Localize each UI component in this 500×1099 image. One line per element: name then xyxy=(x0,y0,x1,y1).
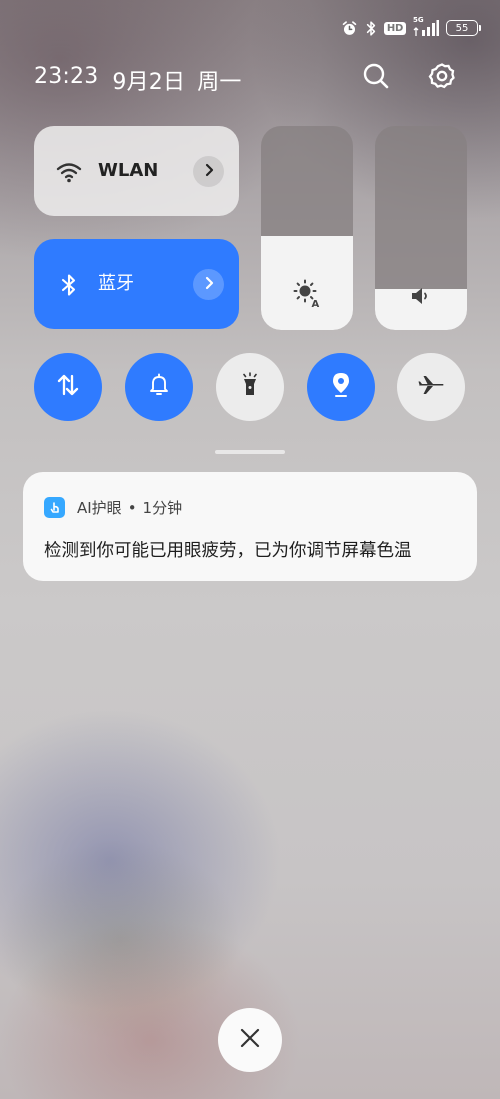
svg-text:A: A xyxy=(312,299,320,308)
hd-icon: HD xyxy=(383,21,406,35)
search-button[interactable] xyxy=(358,60,394,96)
volume-icon xyxy=(375,284,467,308)
bluetooth-tile[interactable]: 蓝牙 xyxy=(34,239,239,329)
wifi-icon xyxy=(56,159,82,185)
location-toggle[interactable] xyxy=(307,353,375,421)
alarm-icon xyxy=(341,20,358,37)
chevron-right-icon xyxy=(203,275,215,294)
airplane-mode-toggle[interactable] xyxy=(397,353,465,421)
bluetooth-label: 蓝牙 xyxy=(98,273,134,294)
notification-app-name: AI护眼 xyxy=(77,499,122,517)
notification-time: 1分钟 xyxy=(142,499,183,517)
data-transfer-icon xyxy=(56,372,80,402)
auto-brightness-icon: A xyxy=(261,278,353,308)
brightness-slider[interactable]: A xyxy=(261,126,353,330)
volume-slider[interactable] xyxy=(375,126,467,330)
location-pin-icon xyxy=(329,371,353,403)
clock-time: 23:23 xyxy=(34,64,99,89)
mobile-data-toggle[interactable] xyxy=(34,353,102,421)
search-icon xyxy=(362,62,390,94)
flashlight-icon xyxy=(240,372,260,402)
wlan-label: WLAN xyxy=(98,160,159,181)
ring-toggle[interactable] xyxy=(125,353,193,421)
wlan-expand-button[interactable] xyxy=(193,156,224,187)
weekday-label: 周一 xyxy=(197,70,242,95)
wlan-tile[interactable]: WLAN xyxy=(34,126,239,216)
close-panel-button[interactable] xyxy=(218,1008,282,1072)
date-label: 9月2日 xyxy=(112,70,186,95)
ai-eye-care-app-icon xyxy=(44,497,65,518)
battery-icon: 55 xyxy=(446,20,481,36)
flashlight-toggle[interactable] xyxy=(216,353,284,421)
chevron-right-icon xyxy=(203,162,215,181)
signal-5g-icon: 5G xyxy=(413,16,439,37)
bluetooth-icon xyxy=(56,272,82,298)
notification-separator: • xyxy=(127,498,137,517)
status-bar: HD 5G 55 xyxy=(341,16,481,40)
bell-icon xyxy=(147,372,171,402)
bluetooth-expand-button[interactable] xyxy=(193,269,224,300)
airplane-icon xyxy=(417,373,445,401)
settings-button[interactable] xyxy=(424,60,460,96)
settings-gear-icon xyxy=(427,61,457,95)
notification-card[interactable]: AI护眼 • 1分钟 检测到你可能已用眼疲劳，已为你调节屏幕色温 xyxy=(23,472,477,581)
close-icon xyxy=(239,1027,261,1053)
date-time: 23:23 9月2日 周一 xyxy=(34,64,242,96)
bluetooth-status-icon xyxy=(365,20,377,37)
panel-drag-handle[interactable] xyxy=(215,450,285,454)
notification-message: 检测到你可能已用眼疲劳，已为你调节屏幕色温 xyxy=(44,541,412,561)
notification-header: AI护眼 • 1分钟 xyxy=(44,497,182,518)
